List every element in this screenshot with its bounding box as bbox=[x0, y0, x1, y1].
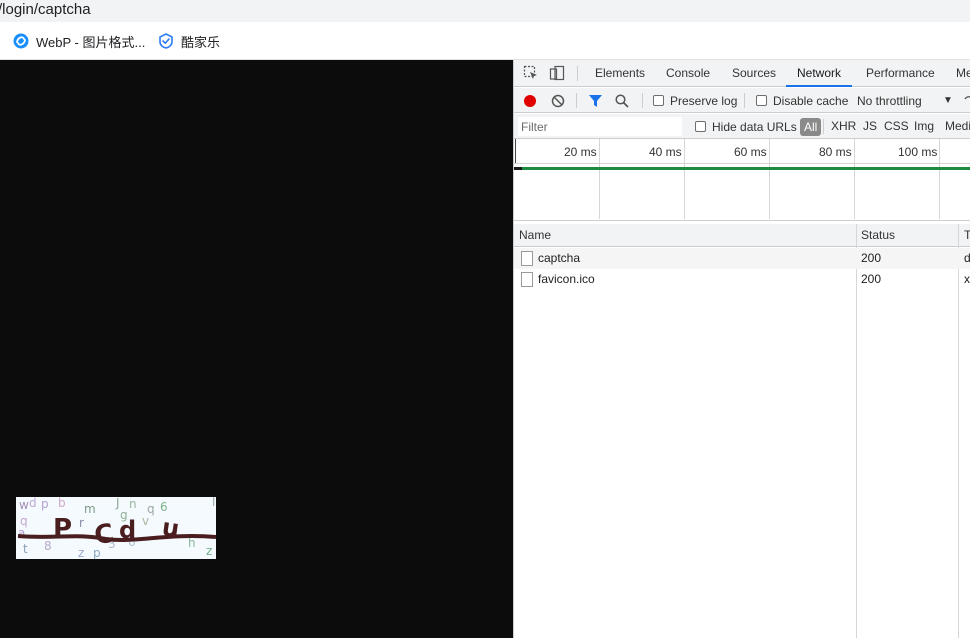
url-text[interactable]: /login/captcha bbox=[0, 0, 91, 19]
record-icon[interactable] bbox=[523, 88, 537, 113]
disable-cache-checkbox[interactable]: Disable cache bbox=[756, 88, 848, 113]
document-file-icon bbox=[521, 272, 533, 287]
svg-text:P: P bbox=[53, 514, 72, 544]
throttling-select[interactable]: No throttling bbox=[857, 88, 922, 113]
bookmark-kujiale[interactable]: 酷家乐 bbox=[158, 32, 220, 50]
svg-text:J: J bbox=[115, 497, 120, 510]
network-toolbar: Preserve log Disable cache No throttling… bbox=[514, 88, 970, 113]
request-table-header: Name Status T bbox=[514, 224, 970, 247]
svg-text:l: l bbox=[212, 497, 215, 509]
column-status-header[interactable]: Status bbox=[861, 224, 895, 247]
preserve-log-label: Preserve log bbox=[670, 93, 738, 108]
filter-type-js[interactable]: JS bbox=[863, 114, 877, 139]
table-row[interactable]: captcha 200 d bbox=[514, 248, 970, 269]
request-status: 200 bbox=[861, 272, 882, 286]
webp-logo-icon bbox=[13, 33, 29, 49]
network-conditions-icon[interactable] bbox=[963, 88, 970, 113]
timeline-tick: 80 ms bbox=[819, 145, 852, 159]
captcha-image[interactable]: w d p b J n q 6 m g v q r a t 8 z p 3 6 bbox=[16, 497, 216, 559]
tab-network[interactable]: Network bbox=[786, 60, 853, 87]
devtools-tab-bar: Elements Console Sources Network Perform… bbox=[514, 60, 970, 87]
column-name-header[interactable]: Name bbox=[519, 224, 551, 247]
bookmark-label: 酷家乐 bbox=[181, 34, 221, 50]
tab-performance[interactable]: Performance bbox=[866, 60, 935, 87]
column-type-header[interactable]: T bbox=[964, 224, 970, 247]
request-name: captcha bbox=[538, 251, 581, 265]
page-viewport: w d p b J n q 6 m g v q r a t 8 z p 3 6 bbox=[0, 60, 513, 638]
hide-data-urls-checkbox[interactable]: Hide data URLs bbox=[695, 114, 797, 139]
request-type: d bbox=[964, 248, 970, 269]
document-file-icon bbox=[521, 251, 533, 266]
filter-type-media[interactable]: Medi bbox=[945, 114, 970, 139]
tab-sources[interactable]: Sources bbox=[732, 60, 776, 87]
search-icon[interactable] bbox=[615, 88, 629, 113]
filter-type-img[interactable]: Img bbox=[914, 114, 934, 139]
checkbox-box[interactable] bbox=[695, 121, 706, 132]
disable-cache-label: Disable cache bbox=[773, 93, 849, 108]
svg-text:w: w bbox=[19, 498, 29, 512]
chevron-down-icon[interactable]: ▼ bbox=[943, 88, 953, 113]
filter-input[interactable] bbox=[518, 117, 682, 136]
bookmark-label: WebP - 图片格式... bbox=[36, 34, 146, 50]
svg-text:b: b bbox=[58, 497, 66, 510]
svg-text:n: n bbox=[129, 497, 137, 511]
bookmarks-bar: WebP - 图片格式... 酷家乐 bbox=[0, 22, 970, 60]
request-name: favicon.ico bbox=[538, 272, 595, 286]
svg-text:t: t bbox=[23, 542, 28, 556]
clear-icon[interactable] bbox=[551, 88, 565, 113]
svg-text:z: z bbox=[78, 546, 84, 559]
throttling-value: No throttling bbox=[857, 93, 922, 108]
preserve-log-checkbox[interactable]: Preserve log bbox=[653, 88, 737, 113]
timeline-tick: 60 ms bbox=[734, 145, 767, 159]
svg-text:8: 8 bbox=[44, 539, 52, 553]
checkbox-box[interactable] bbox=[756, 95, 767, 106]
tab-more[interactable]: Me bbox=[956, 60, 970, 87]
hide-data-urls-label: Hide data URLs bbox=[712, 119, 797, 134]
inspect-element-icon[interactable] bbox=[523, 65, 539, 84]
request-type: x bbox=[964, 272, 970, 286]
devtools-panel: Elements Console Sources Network Perform… bbox=[513, 60, 970, 638]
bookmark-webp[interactable]: WebP - 图片格式... bbox=[13, 32, 145, 50]
filter-type-css[interactable]: CSS bbox=[884, 114, 909, 139]
filter-type-all[interactable]: All bbox=[800, 118, 822, 136]
timeline-tick: 40 ms bbox=[649, 145, 682, 159]
svg-text:d: d bbox=[29, 497, 37, 510]
checkbox-box[interactable] bbox=[653, 95, 664, 106]
timeline-request-bar bbox=[514, 167, 970, 170]
filter-bar: Hide data URLs All XHR JS CSS Img Medi bbox=[514, 114, 970, 139]
filter-icon[interactable] bbox=[588, 88, 603, 113]
svg-text:6: 6 bbox=[160, 500, 168, 514]
kujiale-shield-icon bbox=[158, 33, 174, 49]
timeline-tick: 100 ms bbox=[898, 145, 938, 159]
svg-text:z: z bbox=[206, 544, 212, 558]
svg-text:r: r bbox=[79, 516, 84, 530]
request-status: 200 bbox=[861, 251, 882, 265]
device-toolbar-icon[interactable] bbox=[549, 65, 565, 84]
tab-console[interactable]: Console bbox=[666, 60, 710, 87]
table-row[interactable]: favicon.ico 200 x bbox=[514, 269, 970, 290]
tab-elements[interactable]: Elements bbox=[595, 60, 645, 87]
timeline-waiting-bar bbox=[514, 167, 522, 170]
svg-text:m: m bbox=[84, 502, 96, 516]
network-overview-timeline[interactable]: 20 ms 40 ms 60 ms 80 ms 100 ms bbox=[514, 139, 970, 221]
filter-type-xhr[interactable]: XHR bbox=[831, 114, 856, 139]
svg-text:p: p bbox=[41, 497, 49, 511]
address-bar[interactable]: /login/captcha bbox=[0, 0, 970, 22]
timeline-tick: 20 ms bbox=[564, 145, 597, 159]
svg-text:v: v bbox=[142, 514, 149, 528]
